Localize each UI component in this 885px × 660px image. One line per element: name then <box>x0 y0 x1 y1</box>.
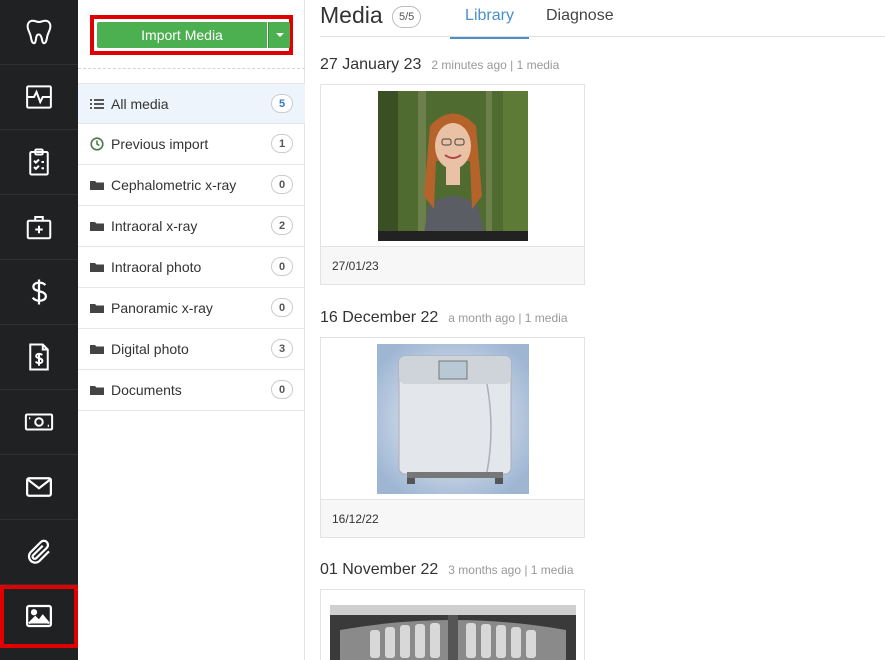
media-card[interactable]: 27/01/23 <box>320 84 585 285</box>
import-highlight: Import Media <box>90 15 293 55</box>
group-heading: 01 November 22 3 months ago | 1 media <box>320 561 574 579</box>
icon-rail <box>0 0 78 660</box>
folder-icon <box>90 342 104 356</box>
folder-icon <box>90 178 104 192</box>
divider <box>78 68 305 69</box>
folder-label: Panoramic x-ray <box>111 300 213 316</box>
rail-item-payments[interactable] <box>0 390 78 455</box>
folder-label: Intraoral x-ray <box>111 218 198 234</box>
tab-library[interactable]: Library <box>450 7 529 39</box>
import-media-button[interactable]: Import Media <box>97 22 267 48</box>
tooth-icon <box>26 19 52 45</box>
pulse-monitor-icon <box>26 85 52 109</box>
group-date: 16 December 22 <box>320 309 439 326</box>
autoclave-photo <box>376 343 529 494</box>
clock-icon <box>90 137 104 151</box>
media-card[interactable] <box>320 589 585 660</box>
folder-item-intraoral-photo[interactable]: Intraoral photo 0 <box>78 247 305 288</box>
group-date: 01 November 22 <box>320 561 439 578</box>
folder-item-documents[interactable]: Documents 0 <box>78 370 305 411</box>
rail-item-treatment-plan[interactable] <box>0 130 78 195</box>
media-main: Media 5/5 Library Diagnose 27 January 23… <box>305 0 885 660</box>
folder-count-badge: 0 <box>271 380 293 399</box>
folder-label: Previous import <box>111 136 209 152</box>
page-title: Media <box>320 2 383 28</box>
panoramic-xray <box>329 605 576 660</box>
media-date: 27/01/23 <box>321 246 584 284</box>
rail-item-medical[interactable] <box>0 195 78 260</box>
import-dropdown-toggle[interactable] <box>268 22 290 48</box>
tab-diagnose[interactable]: Diagnose <box>546 7 614 37</box>
folder-count-badge: 1 <box>271 134 293 153</box>
folder-label: Intraoral photo <box>111 259 202 275</box>
folder-count-badge: 5 <box>271 94 293 113</box>
folder-list: All media 5 Previous import 1 Cephalomet… <box>78 83 305 411</box>
folder-item-all-media[interactable]: All media 5 <box>78 83 305 124</box>
rail-item-media[interactable] <box>0 585 78 648</box>
folder-label: All media <box>111 95 169 112</box>
media-card[interactable]: 16/12/22 <box>320 337 585 538</box>
folder-item-intraoral-xray[interactable]: Intraoral x-ray 2 <box>78 206 305 247</box>
group-date: 27 January 23 <box>320 56 422 73</box>
folder-item-previous-import[interactable]: Previous import 1 <box>78 124 305 165</box>
group-meta: a month ago | 1 media <box>448 311 568 325</box>
list-icon <box>90 97 104 111</box>
media-thumbnail[interactable] <box>321 338 584 499</box>
rail-item-messages[interactable] <box>0 455 78 520</box>
group-meta: 3 months ago | 1 media <box>448 563 574 577</box>
folder-panel: Import Media All media 5 Previous import… <box>78 0 305 660</box>
rail-item-attachments[interactable] <box>0 520 78 585</box>
clipboard-checklist-icon <box>29 148 49 176</box>
media-thumbnail[interactable] <box>321 590 584 660</box>
group-heading: 27 January 23 2 minutes ago | 1 media <box>320 56 559 74</box>
folder-label: Digital photo <box>111 341 189 357</box>
image-icon <box>26 604 52 628</box>
folder-item-cephalometric-xray[interactable]: Cephalometric x-ray 0 <box>78 165 305 206</box>
media-thumbnail[interactable] <box>321 85 584 246</box>
folder-count-badge: 3 <box>271 339 293 358</box>
invoice-icon <box>29 343 49 371</box>
envelope-icon <box>26 477 52 497</box>
group-meta: 2 minutes ago | 1 media <box>431 58 560 72</box>
rail-item-invoices[interactable] <box>0 325 78 390</box>
folder-icon <box>90 383 104 397</box>
folder-count-badge: 2 <box>271 216 293 235</box>
media-date: 16/12/22 <box>321 499 584 537</box>
rail-item-vitals[interactable] <box>0 65 78 130</box>
folder-icon <box>90 301 104 315</box>
medical-kit-icon <box>26 216 52 240</box>
folder-count-badge: 0 <box>271 175 293 194</box>
folder-item-digital-photo[interactable]: Digital photo 3 <box>78 329 305 370</box>
dollar-icon <box>31 279 48 305</box>
rail-item-dental-chart[interactable] <box>0 0 78 65</box>
folder-icon <box>90 260 104 274</box>
app: Import Media All media 5 Previous import… <box>0 0 885 660</box>
media-header: Media 5/5 Library Diagnose <box>320 0 885 39</box>
paperclip-icon <box>27 539 50 564</box>
folder-label: Documents <box>111 382 182 398</box>
rail-item-billing[interactable] <box>0 260 78 325</box>
group-heading: 16 December 22 a month ago | 1 media <box>320 309 568 327</box>
media-count-badge: 5/5 <box>392 6 422 28</box>
folder-count-badge: 0 <box>271 298 293 317</box>
folder-item-panoramic-xray[interactable]: Panoramic x-ray 0 <box>78 288 305 329</box>
folder-icon <box>90 219 104 233</box>
portrait-photo <box>377 90 528 241</box>
folder-count-badge: 0 <box>271 257 293 276</box>
folder-label: Cephalometric x-ray <box>111 177 237 193</box>
cash-icon <box>24 413 54 431</box>
